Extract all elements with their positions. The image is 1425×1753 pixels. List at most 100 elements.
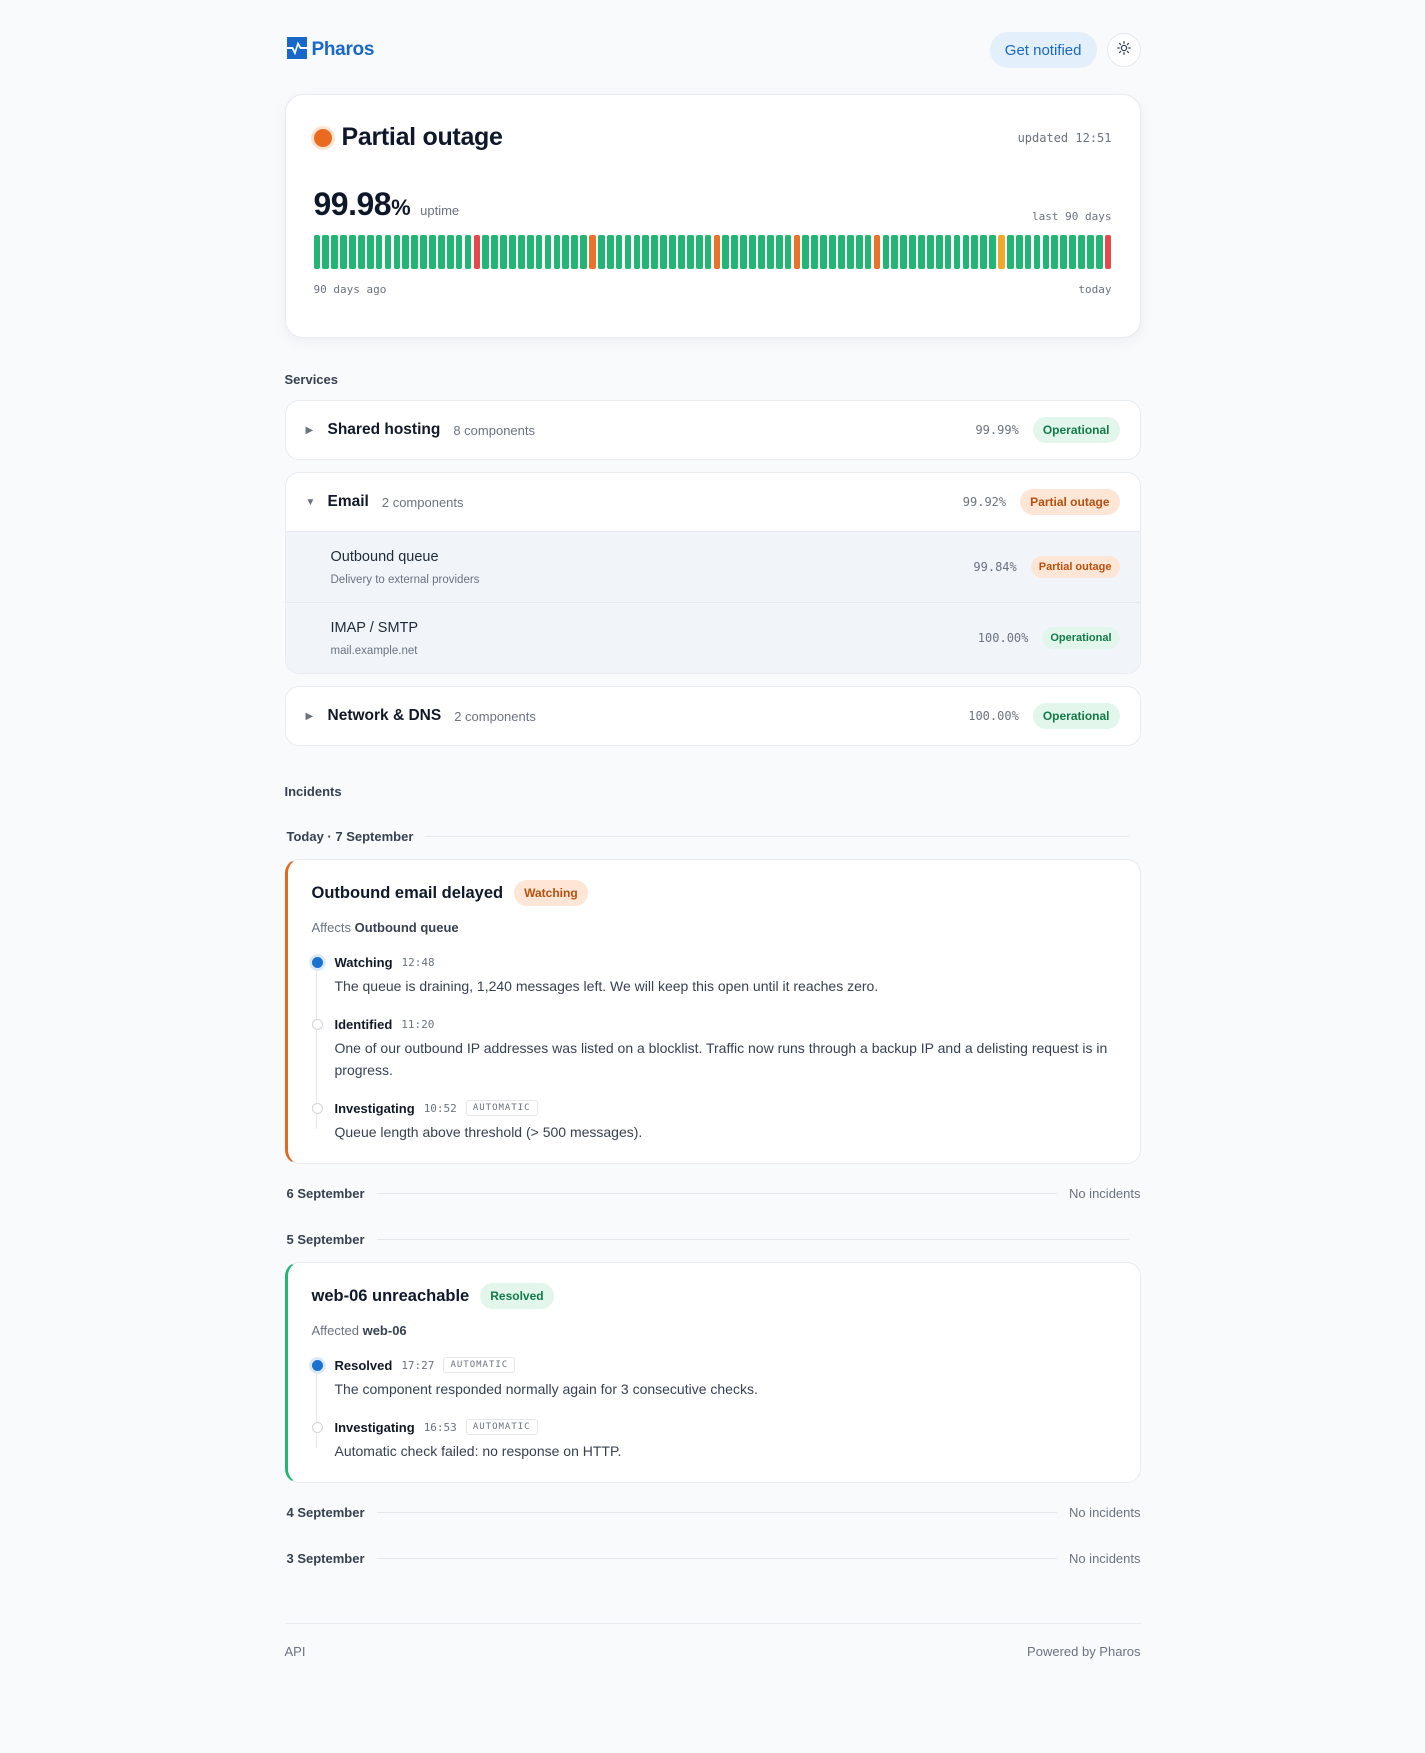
uptime-day-bar[interactable] — [526, 235, 534, 269]
uptime-day-bar[interactable] — [953, 235, 961, 269]
uptime-day-bar[interactable] — [678, 235, 685, 269]
uptime-day-bar[interactable] — [580, 235, 587, 269]
uptime-day-bar[interactable] — [766, 235, 774, 269]
uptime-day-bar[interactable] — [1006, 235, 1014, 269]
uptime-day-bar[interactable] — [633, 235, 641, 269]
uptime-day-bar[interactable] — [704, 235, 712, 269]
uptime-day-bar[interactable] — [340, 235, 347, 269]
uptime-day-bar[interactable] — [731, 235, 739, 269]
uptime-day-bar[interactable] — [909, 235, 916, 269]
uptime-day-bar[interactable] — [971, 235, 979, 269]
uptime-day-bar[interactable] — [838, 235, 845, 269]
uptime-day-bar[interactable] — [758, 235, 765, 269]
uptime-day-bar[interactable] — [1015, 235, 1023, 269]
uptime-day-bar[interactable] — [544, 235, 552, 269]
uptime-day-bar[interactable] — [669, 235, 676, 269]
uptime-day-bar[interactable] — [855, 235, 863, 269]
uptime-day-bar[interactable] — [500, 235, 507, 269]
uptime-day-bar[interactable] — [437, 235, 445, 269]
uptime-day-bar[interactable] — [926, 235, 934, 269]
uptime-day-bar[interactable] — [784, 235, 792, 269]
uptime-day-bar[interactable] — [918, 235, 925, 269]
uptime-day-bar[interactable] — [589, 235, 596, 269]
uptime-day-bar[interactable] — [482, 235, 490, 269]
uptime-day-bar[interactable] — [1042, 235, 1050, 269]
uptime-day-bar[interactable] — [775, 235, 783, 269]
uptime-day-bar[interactable] — [402, 235, 410, 269]
uptime-day-bar[interactable] — [829, 235, 836, 269]
uptime-day-bar[interactable] — [891, 235, 899, 269]
incident-card[interactable]: Outbound email delayed Watching Affects … — [284, 859, 1141, 1164]
service-row-toggle[interactable]: ▼ Email 2 components 99.92% Partial outa… — [286, 473, 1140, 531]
uptime-day-bar[interactable] — [962, 235, 970, 269]
uptime-day-bar[interactable] — [446, 235, 454, 269]
uptime-day-bar[interactable] — [313, 235, 321, 269]
uptime-day-bar[interactable] — [1095, 235, 1103, 269]
uptime-day-bar[interactable] — [820, 235, 827, 269]
uptime-day-bar[interactable] — [473, 235, 481, 269]
uptime-day-bar[interactable] — [882, 235, 890, 269]
uptime-day-bar[interactable] — [517, 235, 525, 269]
uptime-day-bar[interactable] — [606, 235, 614, 269]
uptime-day-bar[interactable] — [935, 235, 943, 269]
uptime-day-bar[interactable] — [695, 235, 703, 269]
powered-by-link[interactable]: Powered by Pharos — [1027, 1644, 1140, 1659]
uptime-day-bar[interactable] — [1024, 235, 1032, 269]
theme-toggle-button[interactable] — [1106, 33, 1141, 67]
uptime-day-bar[interactable] — [998, 235, 1005, 269]
service-row-toggle[interactable]: ▶ Network & DNS 2 components 100.00% Ope… — [286, 687, 1140, 745]
uptime-day-bar[interactable] — [793, 235, 801, 269]
uptime-day-bar[interactable] — [349, 235, 356, 269]
uptime-day-bar[interactable] — [811, 235, 819, 269]
uptime-day-bar[interactable] — [509, 235, 516, 269]
uptime-day-bar[interactable] — [944, 235, 952, 269]
uptime-day-bar[interactable] — [615, 235, 623, 269]
uptime-day-bar[interactable] — [598, 235, 605, 269]
uptime-day-bar[interactable] — [1069, 235, 1076, 269]
uptime-day-bar[interactable] — [1051, 235, 1059, 269]
uptime-day-bar[interactable] — [491, 235, 499, 269]
uptime-day-bar[interactable] — [1086, 235, 1094, 269]
uptime-day-bar[interactable] — [740, 235, 747, 269]
uptime-day-bar[interactable] — [624, 235, 632, 269]
uptime-day-bar[interactable] — [980, 235, 987, 269]
uptime-day-bar[interactable] — [749, 235, 756, 269]
uptime-day-bar[interactable] — [455, 235, 463, 269]
uptime-day-bar[interactable] — [802, 235, 810, 269]
uptime-day-bar[interactable] — [571, 235, 579, 269]
incident-card[interactable]: web-06 unreachable Resolved Affected web… — [284, 1262, 1141, 1483]
uptime-day-bar[interactable] — [384, 235, 392, 269]
uptime-day-bar[interactable] — [1104, 235, 1112, 269]
uptime-day-bar[interactable] — [864, 235, 872, 269]
uptime-day-bar[interactable] — [1060, 235, 1068, 269]
uptime-day-bar[interactable] — [713, 235, 721, 269]
uptime-day-bar[interactable] — [660, 235, 667, 269]
uptime-day-bar[interactable] — [357, 235, 365, 269]
uptime-day-bar[interactable] — [1033, 235, 1041, 269]
get-notified-button[interactable]: Get notified — [989, 32, 1097, 68]
logo[interactable]: Pharos — [285, 35, 374, 66]
uptime-day-bar[interactable] — [722, 235, 730, 269]
uptime-day-bar[interactable] — [535, 235, 543, 269]
uptime-day-bar[interactable] — [375, 235, 383, 269]
uptime-day-bar[interactable] — [1078, 235, 1085, 269]
uptime-day-bar[interactable] — [900, 235, 907, 269]
uptime-day-bar[interactable] — [989, 235, 996, 269]
uptime-day-bar[interactable] — [366, 235, 374, 269]
uptime-day-bar[interactable] — [562, 235, 570, 269]
service-row-toggle[interactable]: ▶ Shared hosting 8 components 99.99% Ope… — [286, 401, 1140, 459]
uptime-day-bar[interactable] — [846, 235, 854, 269]
uptime-day-bar[interactable] — [393, 235, 401, 269]
uptime-day-bar[interactable] — [429, 235, 436, 269]
uptime-day-bar[interactable] — [420, 235, 427, 269]
uptime-day-bar[interactable] — [331, 235, 338, 269]
uptime-day-bar[interactable] — [873, 235, 881, 269]
api-link[interactable]: API — [285, 1644, 306, 1659]
uptime-day-bar[interactable] — [464, 235, 472, 269]
uptime-day-bar[interactable] — [642, 235, 650, 269]
uptime-day-bar[interactable] — [553, 235, 561, 269]
uptime-day-bar[interactable] — [686, 235, 694, 269]
uptime-day-bar[interactable] — [322, 235, 330, 269]
uptime-day-bar[interactable] — [651, 235, 659, 269]
uptime-day-bar[interactable] — [411, 235, 418, 269]
